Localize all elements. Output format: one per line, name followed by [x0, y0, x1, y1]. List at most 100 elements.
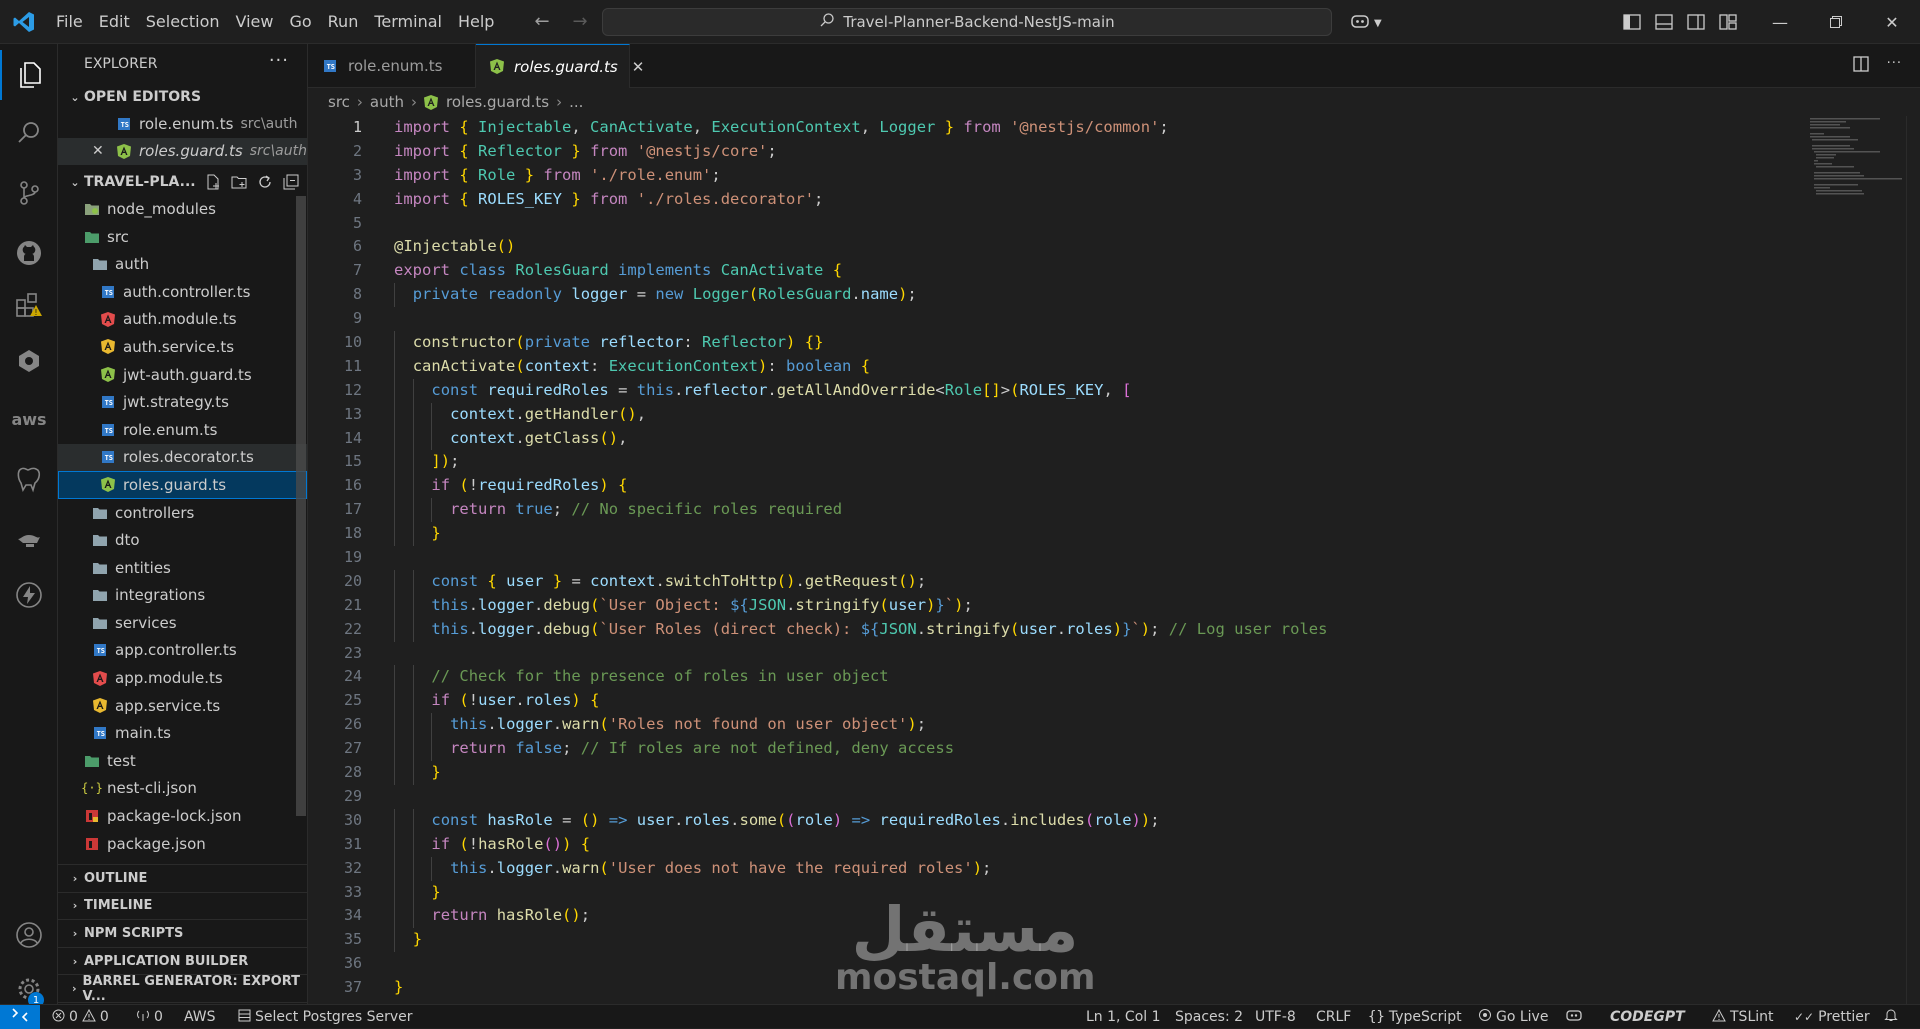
breadcrumb-file[interactable]: roles.guard.ts [446, 93, 549, 111]
tree-file[interactable]: package.json [58, 830, 307, 858]
tree-file[interactable]: TS app.controller.ts [58, 637, 307, 665]
cursor-position[interactable]: Ln 1, Col 1 [1086, 1005, 1161, 1029]
split-editor-icon[interactable] [1852, 56, 1869, 76]
code-line[interactable]: } [394, 761, 1327, 785]
code-line[interactable]: return true; // No specific roles requir… [394, 498, 1327, 523]
code-line[interactable] [394, 546, 1327, 570]
close-icon[interactable]: ✕ [92, 143, 104, 159]
code-line[interactable]: constructor(private reflector: Reflector… [394, 331, 1327, 355]
language-mode[interactable]: {} TypeScript [1368, 1005, 1462, 1029]
code-line[interactable]: context.getClass(), [394, 426, 1327, 451]
code-lines[interactable]: import { Injectable, CanActivate, Execut… [394, 116, 1327, 1000]
open-editors-section[interactable]: ⌄ OPEN EDITORS [58, 84, 307, 110]
lamp-icon[interactable] [0, 512, 58, 562]
tree-folder[interactable]: controllers [58, 499, 307, 527]
tree-folder[interactable]: services [58, 609, 307, 637]
end-of-line[interactable]: CRLF [1316, 1005, 1351, 1029]
tree-file[interactable]: roles.guard.ts [58, 471, 307, 499]
outline-section[interactable]: › OUTLINE [58, 865, 307, 893]
code-line[interactable] [394, 642, 1327, 666]
code-line[interactable]: if (!user.roles) { [394, 689, 1327, 714]
menu-go[interactable]: Go [281, 0, 319, 44]
application-builder-section[interactable]: › APPLICATION BUILDER [58, 948, 307, 976]
code-line[interactable]: const requiredRoles = this.reflector.get… [394, 378, 1327, 403]
lightning-icon[interactable] [0, 570, 58, 620]
code-line[interactable]: @Injectable() [394, 235, 1327, 259]
code-line[interactable]: if (!requiredRoles) { [394, 474, 1327, 499]
aws-status[interactable]: AWS [184, 1005, 216, 1029]
menu-run[interactable]: Run [320, 0, 367, 44]
copilot-button[interactable]: ▼ [1350, 12, 1382, 34]
code-line[interactable]: canActivate(context: ExecutionContext): … [394, 354, 1327, 379]
timeline-section[interactable]: › TIMELINE [58, 893, 307, 921]
codegpt-status[interactable]: CODEGPT [1610, 1005, 1685, 1029]
barrel-generator-section[interactable]: › BARREL GENERATOR: EXPORT V... [58, 974, 307, 1004]
prettier-status[interactable]: ✓✓ Prettier [1794, 1005, 1870, 1029]
more-actions-icon[interactable]: ··· [1887, 56, 1902, 76]
customize-layout-icon[interactable] [1716, 10, 1740, 34]
tab-role-enum[interactable]: TS role.enum.ts [308, 44, 476, 88]
gitlens-icon[interactable] [0, 336, 58, 386]
code-line[interactable]: ]); [394, 450, 1327, 475]
notifications[interactable] [1884, 1005, 1898, 1029]
code-line[interactable]: import { Injectable, CanActivate, Execut… [394, 116, 1327, 140]
tree-folder[interactable]: auth [58, 250, 307, 278]
tslint-status[interactable]: TSLint [1712, 1005, 1774, 1029]
code-line[interactable] [394, 212, 1327, 236]
tree-folder[interactable]: entities [58, 554, 307, 582]
menu-selection[interactable]: Selection [138, 0, 228, 44]
new-folder-icon[interactable] [229, 172, 249, 192]
breadcrumb-symbol[interactable]: ... [569, 93, 583, 111]
go-live[interactable]: Go Live [1478, 1005, 1548, 1029]
tree-file[interactable]: TS auth.controller.ts [58, 278, 307, 306]
tree-file[interactable]: TS main.ts [58, 719, 307, 747]
menu-help[interactable]: Help [450, 0, 502, 44]
indentation[interactable]: Spaces: 2 [1175, 1005, 1243, 1029]
search-activity-icon[interactable] [0, 108, 58, 158]
code-line[interactable]: return false; // If roles are not define… [394, 737, 1327, 762]
more-actions-icon[interactable]: ··· [269, 50, 289, 71]
code-line[interactable]: this.logger.warn('User does not have the… [394, 856, 1327, 881]
tree-file[interactable]: TS jwt.strategy.ts [58, 388, 307, 416]
toggle-secondary-sidebar-icon[interactable] [1684, 10, 1708, 34]
tree-folder[interactable]: dto [58, 526, 307, 554]
code-line[interactable]: export class RolesGuard implements CanAc… [394, 259, 1327, 283]
forward-arrow-icon[interactable]: → [568, 8, 592, 34]
tree-file[interactable]: auth.service.ts [58, 333, 307, 361]
code-line[interactable]: this.logger.warn('Roles not found on use… [394, 713, 1327, 738]
github-icon[interactable] [0, 228, 58, 278]
back-arrow-icon[interactable]: ← [530, 8, 554, 34]
code-line[interactable]: this.logger.debug(`User Object: ${JSON.s… [394, 593, 1327, 618]
code-line[interactable]: } [394, 522, 1327, 547]
code-editor[interactable]: 1 2 3 4 5 6 7 8 9 10 11 12 13 14 15 16 17 18 19 20 21 22 23 24 2… [308, 116, 1920, 1004]
aws-icon[interactable]: aws [0, 394, 58, 444]
refresh-icon[interactable] [255, 172, 275, 192]
code-line[interactable]: const { user } = context.switchToHttp().… [394, 569, 1327, 594]
tree-file[interactable]: TS role.enum.ts [58, 416, 307, 444]
open-editor-item[interactable]: TS role.enum.ts src\auth [58, 110, 307, 138]
code-line[interactable] [394, 785, 1327, 809]
sidebar-scrollbar[interactable] [296, 196, 306, 816]
remote-indicator[interactable] [0, 1005, 40, 1029]
menu-file[interactable]: File [48, 0, 91, 44]
restore-icon[interactable] [1808, 0, 1864, 44]
problems-indicator[interactable]: 0 0 [52, 1005, 109, 1029]
open-editor-item-active[interactable]: ✕ roles.guard.ts src\auth [58, 137, 307, 166]
tree-file[interactable]: jwt-auth.guard.ts [58, 361, 307, 389]
code-line[interactable]: this.logger.debug(`User Roles (direct ch… [394, 617, 1327, 642]
code-line[interactable]: if (!hasRole()) { [394, 832, 1327, 857]
tab-roles-guard[interactable]: roles.guard.ts ✕ [476, 44, 644, 88]
code-line[interactable]: private readonly logger = new Logger(Rol… [394, 283, 1327, 308]
code-line[interactable]: // Check for the presence of roles in us… [394, 665, 1327, 690]
breadcrumb-auth[interactable]: auth [370, 93, 404, 111]
copilot-status[interactable] [1566, 1005, 1582, 1029]
tree-folder[interactable]: src [58, 223, 307, 251]
code-line[interactable]: import { Role } from './role.enum'; [394, 164, 1327, 188]
tree-file[interactable]: {·} nest-cli.json [58, 775, 307, 803]
menu-edit[interactable]: Edit [91, 0, 138, 44]
editor-scrollbar[interactable] [1906, 116, 1920, 1004]
close-window-icon[interactable]: ✕ [1864, 0, 1920, 44]
tree-file[interactable]: auth.module.ts [58, 306, 307, 334]
ports-indicator[interactable]: 0 [136, 1005, 163, 1029]
breadcrumb-src[interactable]: src [328, 93, 350, 111]
